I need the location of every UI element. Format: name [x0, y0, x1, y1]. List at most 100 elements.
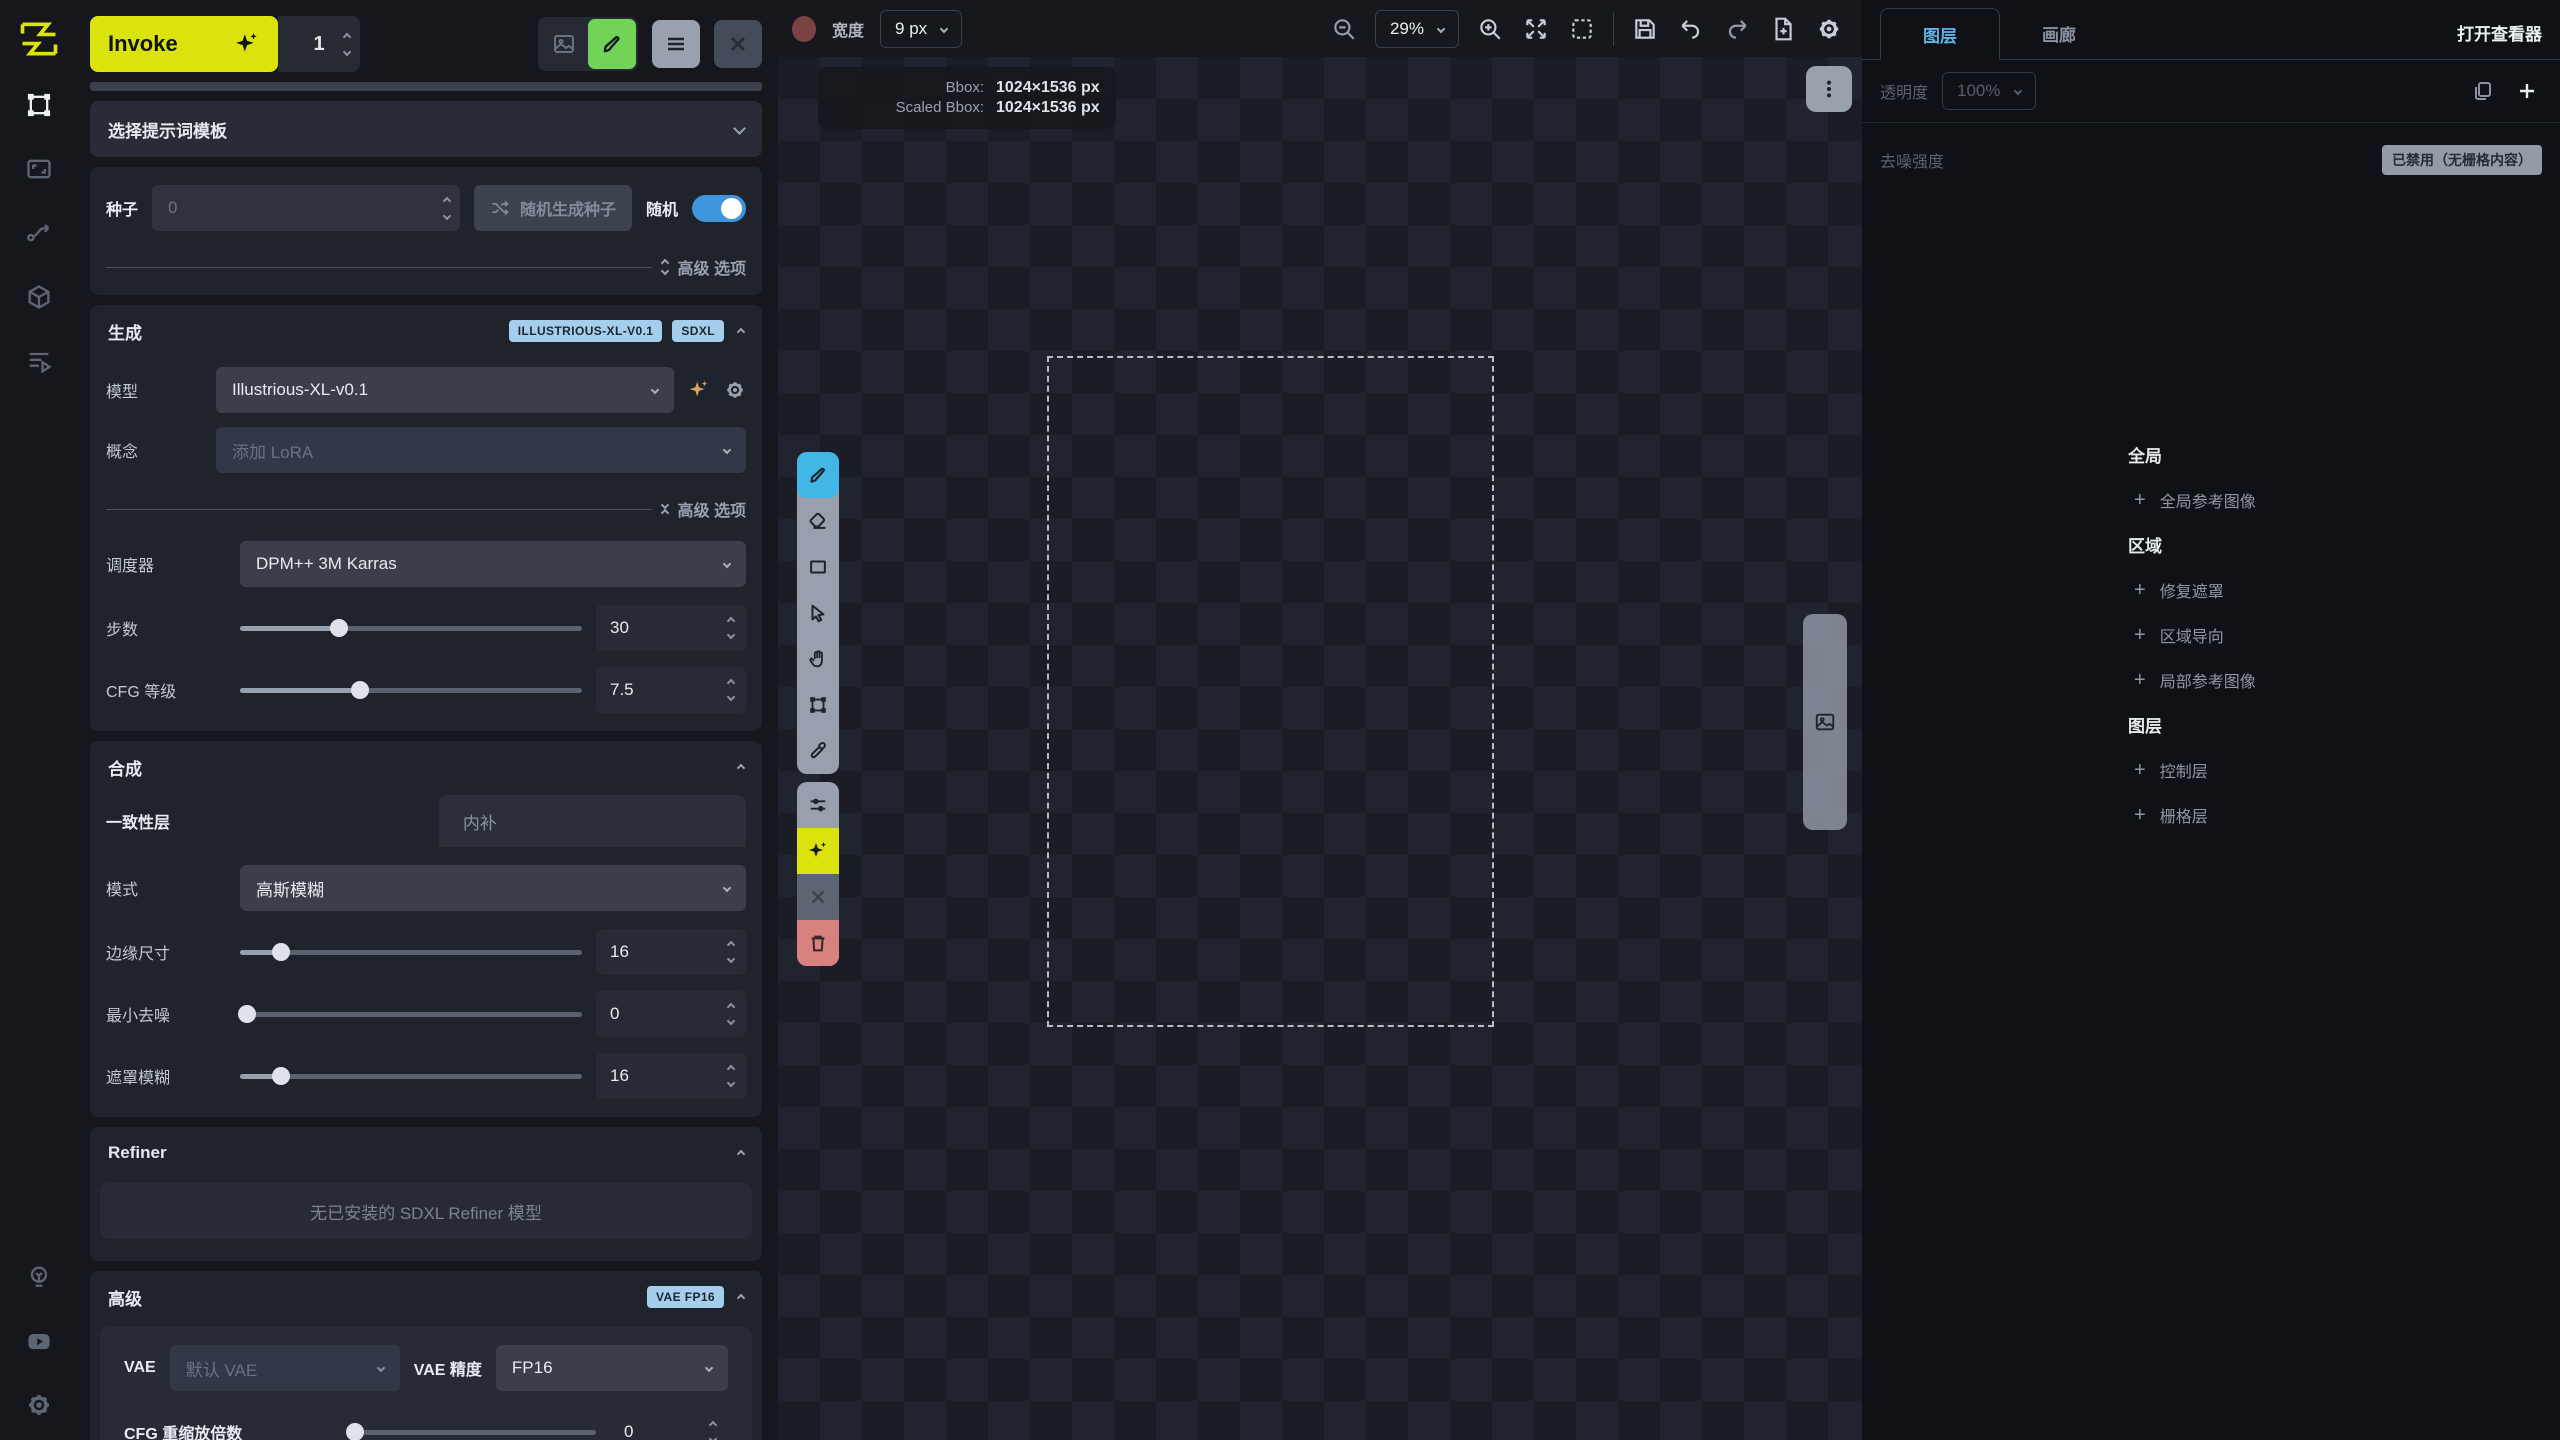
tool-eyedropper[interactable]: [797, 728, 839, 774]
canvas-viewport[interactable]: Bbox: 1024×1536 px Scaled Bbox: 1024×153…: [778, 57, 1862, 1440]
list-item-label: 区域导向: [2160, 623, 2224, 647]
canvas-toolbar: 宽度 9 px 29%: [778, 0, 1862, 57]
steps-label: 步数: [106, 616, 226, 640]
brush-width-select[interactable]: 9 px: [880, 10, 962, 48]
invoke-button-label: Invoke: [108, 31, 178, 57]
brush-mode-button[interactable]: [588, 19, 636, 69]
min-denoise-slider[interactable]: [240, 1012, 582, 1017]
zoom-out-icon[interactable]: [1329, 14, 1359, 44]
steps-input[interactable]: 30: [596, 605, 746, 651]
edge-size-slider[interactable]: [240, 950, 582, 955]
youtube-icon[interactable]: [16, 1318, 62, 1364]
tool-bbox[interactable]: [797, 682, 839, 728]
nav-models-icon[interactable]: [16, 274, 62, 320]
tool-invoke-sparkle[interactable]: [797, 828, 839, 874]
scheduler-select[interactable]: DPM++ 3M Karras: [240, 541, 746, 587]
list-item-label: 栅格层: [2160, 803, 2208, 827]
nav-queue-icon[interactable]: [16, 338, 62, 384]
fit-to-view-icon[interactable]: [1521, 14, 1551, 44]
canvas-menu-button[interactable]: [1806, 66, 1852, 112]
cfg-rescale-label: CFG 重缩放倍数: [124, 1420, 334, 1440]
randomize-seed-button[interactable]: 随机生成种子: [474, 185, 632, 231]
bbox-label: Bbox:: [834, 79, 984, 96]
settings-gear-icon[interactable]: [16, 1382, 62, 1428]
compositing-title: 合成: [108, 755, 142, 780]
fit-bbox-icon[interactable]: [1567, 14, 1597, 44]
cfg-input[interactable]: 7.5: [596, 667, 746, 713]
random-seed-toggle[interactable]: [692, 195, 746, 222]
undo-icon[interactable]: [1676, 14, 1706, 44]
nav-workflows-icon[interactable]: [16, 210, 62, 256]
view-mode-button[interactable]: [540, 19, 588, 69]
steps-slider[interactable]: [240, 626, 582, 631]
coherence-mode-tab[interactable]: 内补: [439, 795, 746, 847]
list-item-label: 全局参考图像: [2160, 488, 2256, 512]
tab-layers[interactable]: 图层: [1880, 8, 2000, 60]
collapse-chevron-icon[interactable]: [738, 1144, 744, 1162]
tool-rect[interactable]: [797, 544, 839, 590]
prompt-template-card[interactable]: 选择提示词模板: [90, 101, 762, 157]
invoke-button[interactable]: Invoke: [90, 16, 278, 72]
cfg-slider[interactable]: [240, 688, 582, 693]
add-inpaint-mask[interactable]: + 修复遮罩: [2128, 567, 2256, 612]
vae-select[interactable]: 默认 VAE: [170, 1345, 400, 1391]
tool-filter-sliders[interactable]: [797, 782, 839, 828]
edge-size-input[interactable]: 16: [596, 929, 746, 975]
opacity-select[interactable]: 100%: [1942, 72, 2035, 110]
tool-pan-hand[interactable]: [797, 636, 839, 682]
seed-input[interactable]: 0: [152, 185, 460, 231]
mask-blur-input[interactable]: 16: [596, 1053, 746, 1099]
collapse-chevron-icon[interactable]: [738, 322, 744, 340]
model-settings-gear-icon[interactable]: [724, 379, 746, 401]
chevron-down-icon[interactable]: [735, 120, 744, 138]
canvas-settings-gear-icon[interactable]: [1814, 14, 1844, 44]
add-regional-reference-image[interactable]: + 局部参考图像: [2128, 657, 2256, 702]
cfg-rescale-input[interactable]: 0: [610, 1409, 728, 1440]
add-layer-plus-icon[interactable]: [2512, 76, 2542, 106]
menu-button[interactable]: [652, 20, 700, 68]
collapse-chevron-icon[interactable]: [738, 758, 744, 776]
queue-count-input[interactable]: 1: [278, 16, 360, 72]
tool-eraser[interactable]: [797, 498, 839, 544]
model-sparkle-icon[interactable]: [688, 379, 710, 401]
tool-brush[interactable]: [797, 452, 839, 498]
tool-move[interactable]: [797, 590, 839, 636]
list-item-label: 修复遮罩: [2160, 578, 2224, 602]
save-icon[interactable]: [1630, 14, 1660, 44]
tab-gallery[interactable]: 画廊: [2000, 7, 2118, 59]
mask-blur-slider[interactable]: [240, 1074, 582, 1079]
lora-select[interactable]: 添加 LoRA: [216, 427, 746, 473]
min-denoise-input[interactable]: 0: [596, 991, 746, 1037]
model-select[interactable]: Illustrious-XL-v0.1: [216, 367, 674, 413]
cfg-rescale-slider[interactable]: [348, 1430, 596, 1435]
support-lightbulb-icon[interactable]: [16, 1254, 62, 1300]
expand-icon: [662, 260, 668, 274]
vae-precision-select[interactable]: FP16: [496, 1345, 728, 1391]
nav-upscaling-icon[interactable]: [16, 146, 62, 192]
open-viewer-button[interactable]: 打开查看器: [2457, 20, 2542, 59]
add-regional-guidance[interactable]: + 区域导向: [2128, 612, 2256, 657]
cancel-button[interactable]: [714, 20, 762, 68]
tool-cancel[interactable]: [797, 874, 839, 920]
add-control-layer[interactable]: + 控制层: [2128, 747, 2256, 792]
coherence-mode-select[interactable]: 高斯模糊: [240, 865, 746, 911]
tool-delete-trash[interactable]: [797, 920, 839, 966]
add-global-reference-image[interactable]: + 全局参考图像: [2128, 477, 2256, 522]
zoom-in-icon[interactable]: [1475, 14, 1505, 44]
redo-icon[interactable]: [1722, 14, 1752, 44]
staging-panel-handle[interactable]: [1803, 614, 1847, 830]
duplicate-layers-icon[interactable]: [2468, 76, 2498, 106]
queue-count-steppers[interactable]: [344, 16, 350, 72]
add-raster-layer[interactable]: + 栅格层: [2128, 792, 2256, 837]
zoom-level-select[interactable]: 29%: [1375, 10, 1459, 48]
brush-color-swatch[interactable]: [792, 16, 816, 42]
generation-advanced-options[interactable]: 高级 选项: [678, 497, 746, 521]
edge-size-label: 边缘尺寸: [106, 940, 226, 964]
generation-card: 生成 ILLUSTRIOUS-XL-V0.1 SDXL 模型 Illustrio…: [90, 305, 762, 731]
nav-canvas-icon[interactable]: [16, 82, 62, 128]
new-canvas-icon[interactable]: [1768, 14, 1798, 44]
collapse-chevron-icon[interactable]: [738, 1288, 744, 1306]
generation-bbox[interactable]: [1047, 356, 1494, 1027]
seed-steppers[interactable]: [444, 185, 450, 231]
seed-advanced-options[interactable]: 高级 选项: [678, 255, 746, 279]
